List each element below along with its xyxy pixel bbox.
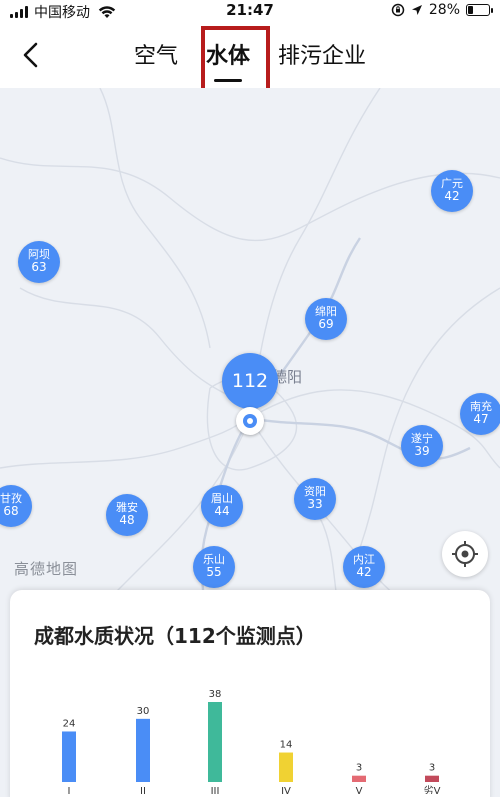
crosshair-icon	[452, 541, 478, 567]
water-quality-bar-chart: 24 I 30 II 38 III 14 IV 3 V 3 劣V	[62, 689, 441, 794]
marker-leshan[interactable]: 乐山 55	[193, 546, 235, 588]
marker-yaan[interactable]: 雅安 48	[106, 494, 148, 536]
marker-value: 42	[444, 189, 460, 203]
location-arrow-icon	[411, 5, 422, 15]
water-quality-card: 成都水质状况（112个监测点） 24 I 30 II 38 III 14 IV 3 V 3 劣V	[10, 590, 490, 797]
category-tick-label: II	[140, 786, 146, 794]
category-tick-label: 劣V	[424, 784, 441, 794]
marker-suining[interactable]: 遂宁 39	[401, 425, 443, 467]
rotation-lock-icon	[391, 3, 405, 17]
marker-value: 44	[214, 504, 230, 518]
marker-neijiang[interactable]: 内江 42	[343, 546, 385, 588]
category-tick-label: IV	[281, 786, 291, 794]
marker-chengdu-cluster[interactable]: 112	[222, 353, 278, 417]
marker-value: 39	[414, 444, 430, 458]
tab-enterprises-label: 排污企业	[278, 44, 367, 69]
status-bar: 中国移动 21:47 28%	[0, 0, 500, 22]
tab-air-label: 空气	[133, 44, 178, 69]
marker-mianyang[interactable]: 绵阳 69	[305, 298, 347, 340]
marker-value: 42	[356, 565, 372, 579]
card-title: 成都水质状况（112个监测点）	[34, 624, 316, 648]
bar-value-label: 3	[356, 763, 362, 774]
marker-aba[interactable]: 阿坝 63	[18, 241, 60, 283]
marker-value: 33	[307, 497, 323, 511]
battery-level	[468, 6, 473, 14]
marker-value: 68	[3, 504, 19, 518]
marker-value: 47	[473, 412, 489, 426]
marker-value: 48	[119, 513, 135, 527]
category-tick-label: I	[68, 786, 71, 794]
bar-II	[136, 718, 150, 782]
tab-air[interactable]: 空气	[120, 38, 192, 70]
category-tick-label: V	[356, 786, 363, 794]
marker-ziyang[interactable]: 资阳 33	[294, 478, 336, 520]
battery-percent: 28%	[428, 2, 460, 18]
marker-value: 69	[318, 317, 334, 331]
category-tick-label: III	[211, 786, 220, 794]
current-location-pin-icon	[236, 407, 264, 435]
marker-guangyuan[interactable]: 广元 42	[431, 170, 473, 212]
marker-value: 63	[31, 260, 47, 274]
bar-value-label: 3	[429, 763, 435, 774]
bar-V	[352, 775, 366, 782]
map-watermark: 高德地图	[14, 560, 79, 578]
locate-button[interactable]	[442, 531, 488, 577]
marker-meishan[interactable]: 眉山 44	[201, 485, 243, 527]
bar-劣V	[425, 775, 439, 782]
tab-polluting-enterprises[interactable]: 排污企业	[264, 38, 380, 70]
battery-icon	[466, 4, 493, 16]
marker-nanchong[interactable]: 南充 47	[460, 393, 500, 435]
bar-III	[208, 702, 222, 782]
bar-value-label: 38	[209, 689, 222, 700]
marker-value: 55	[206, 565, 222, 579]
bar-value-label: 30	[137, 706, 150, 717]
bar-value-label: 24	[63, 718, 76, 729]
bar-IV	[279, 752, 293, 782]
status-right: 28%	[391, 2, 493, 18]
bar-I	[62, 731, 76, 782]
bar-value-label: 14	[280, 740, 293, 751]
